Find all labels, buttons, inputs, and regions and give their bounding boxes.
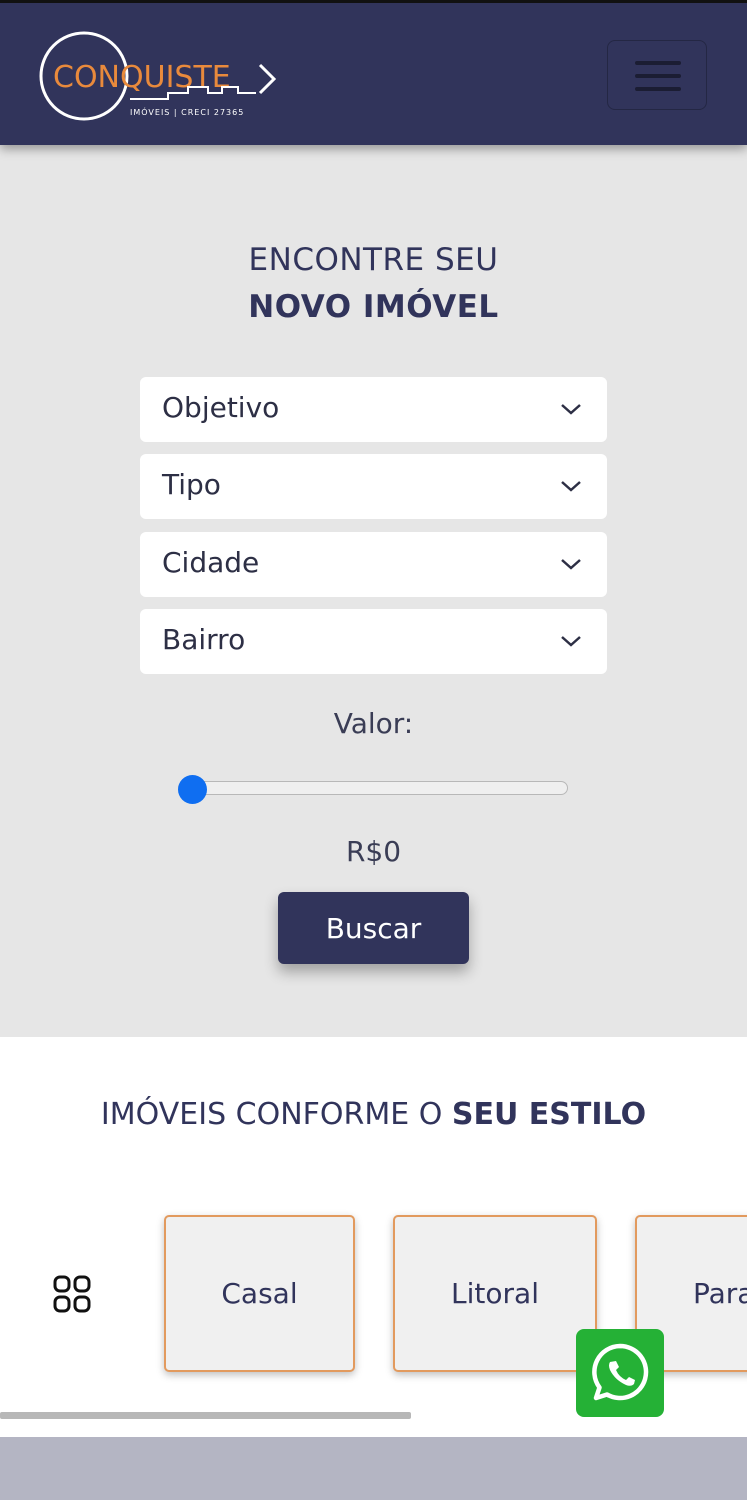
tipo-select[interactable]: Tipo	[140, 454, 607, 519]
search-title-line2: NOVO IMÓVEL	[248, 289, 499, 325]
valor-slider-thumb[interactable]	[178, 775, 207, 804]
menu-toggle-button[interactable]	[607, 40, 707, 110]
chevron-down-icon	[561, 559, 581, 570]
chevron-down-icon	[561, 636, 581, 647]
svg-text:CONQUISTE: CONQUISTE	[53, 60, 231, 95]
conquiste-logo[interactable]: CONQUISTE IMÓVEIS | CRECI 27365	[38, 29, 288, 125]
whatsapp-button[interactable]	[576, 1329, 664, 1417]
chevron-down-icon	[561, 481, 581, 492]
bairro-select[interactable]: Bairro	[140, 609, 607, 674]
whatsapp-icon	[592, 1343, 649, 1401]
site-header: CONQUISTE IMÓVEIS | CRECI 27365	[0, 0, 747, 145]
search-title-line1: ENCONTRE SEU	[248, 242, 499, 278]
buscar-button[interactable]: Buscar	[278, 892, 469, 964]
objetivo-select[interactable]: Objetivo	[140, 377, 607, 442]
estilo-title: IMÓVEIS CONFORME O SEU ESTILO	[100, 1097, 647, 1132]
bairro-select-label: Bairro	[162, 623, 246, 656]
bottom-bar	[0, 1446, 747, 1500]
search-section: ENCONTRE SEU NOVO IMÓVEL Objetivo Tipo C…	[0, 145, 747, 1037]
horizontal-scrollbar[interactable]	[0, 1412, 411, 1419]
valor-value: R$0	[345, 835, 402, 868]
valor-slider-track[interactable]	[178, 781, 568, 795]
valor-label: Valor:	[333, 707, 414, 740]
grid-icon[interactable]	[52, 1274, 92, 1314]
cidade-select[interactable]: Cidade	[140, 532, 607, 597]
objetivo-select-label: Objetivo	[162, 391, 280, 424]
style-card-casal[interactable]: Casal	[164, 1215, 355, 1372]
hamburger-icon	[635, 61, 681, 65]
cidade-select-label: Cidade	[162, 546, 260, 579]
tipo-select-label: Tipo	[162, 468, 221, 501]
style-card-litoral[interactable]: Litoral	[393, 1215, 597, 1372]
chevron-down-icon	[561, 404, 581, 415]
svg-text:IMÓVEIS | CRECI 27365: IMÓVEIS | CRECI 27365	[130, 106, 244, 117]
